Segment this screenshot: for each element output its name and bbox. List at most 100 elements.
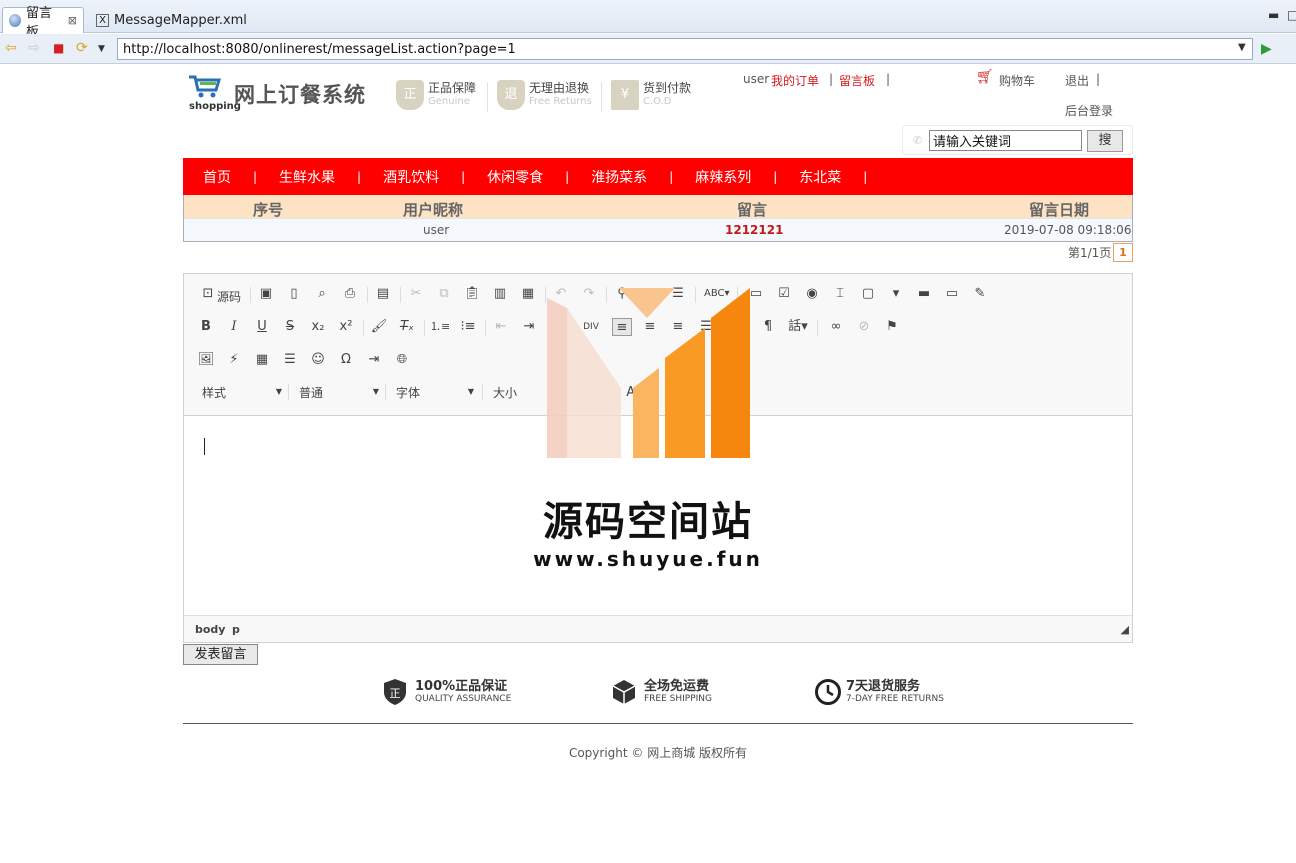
preview-icon[interactable]: ⌕	[312, 285, 332, 303]
strikethrough-icon[interactable]: S	[280, 318, 300, 336]
select-field-icon[interactable]: ▾	[886, 285, 906, 303]
unlink-icon[interactable]: ⊘	[854, 318, 874, 336]
iframe-icon[interactable]: 🌐︎	[392, 351, 412, 369]
cart-link[interactable]: 购物车	[999, 72, 1035, 89]
paragraph-direction-icon[interactable]: ¶	[758, 318, 778, 336]
underline-icon[interactable]: U	[252, 318, 272, 336]
admin-login-link[interactable]: 后台登录	[1065, 102, 1113, 119]
toolbar-separator	[424, 320, 425, 336]
paste-text-icon[interactable]: ▥	[490, 285, 510, 303]
my-orders-link[interactable]: 我的订单	[771, 72, 819, 89]
cart-icon[interactable]: 🛒︎	[976, 69, 994, 85]
textfield-icon[interactable]: ⌶	[830, 285, 850, 303]
path-body[interactable]: body	[195, 623, 225, 636]
watermark-logo-icon	[547, 288, 750, 458]
bulleted-list-icon[interactable]: ⁝≡	[458, 318, 478, 336]
feature-sub: FREE SHIPPING	[644, 694, 713, 704]
combo-label: 普通	[299, 386, 324, 400]
smiley-icon[interactable]: ☺	[308, 351, 328, 369]
nav-northeast[interactable]: 东北菜	[799, 167, 841, 187]
font-combo[interactable]: 字体 ▼	[396, 384, 474, 402]
page-number-button[interactable]: 1	[1113, 243, 1133, 262]
remove-format-icon[interactable]: T̶ₓ	[397, 318, 417, 336]
guarantee-sub: Genuine	[428, 96, 470, 107]
hidden-field-icon[interactable]: ✎	[970, 285, 990, 303]
maximize-icon[interactable]: □	[1287, 8, 1296, 22]
watermark-url: www.shuyue.fun	[533, 547, 763, 571]
divider: |	[829, 72, 834, 86]
stop-icon[interactable]: ■	[53, 41, 64, 55]
nav-home[interactable]: 首页	[203, 167, 231, 187]
source-button[interactable]: 源码	[217, 288, 241, 305]
cut-icon[interactable]: ✂	[406, 285, 426, 303]
italic-icon[interactable]: I	[224, 318, 244, 336]
back-icon[interactable]: ⇦	[5, 40, 17, 56]
feature-shipping: 全场免运费 FREE SHIPPING	[612, 678, 712, 706]
superscript-icon[interactable]: x²	[336, 318, 356, 336]
outdent-icon[interactable]: ⇤	[491, 318, 511, 336]
link-icon[interactable]: ∞	[826, 318, 846, 336]
nav-snacks[interactable]: 休闲零食	[487, 167, 543, 187]
site-title[interactable]: 网上订餐系统	[234, 79, 366, 109]
copy-format-icon[interactable]: 🖌︎	[369, 318, 389, 336]
bold-icon[interactable]: B	[196, 318, 216, 336]
cart-logo-icon	[189, 75, 222, 98]
url-input[interactable]	[117, 38, 1253, 60]
table-row: user 1212121 2019-07-08 09:18:06	[184, 218, 1132, 241]
refresh-icon[interactable]: ⟳	[76, 40, 88, 56]
forward-icon[interactable]: ⇨	[28, 40, 40, 56]
guarantee-title: 无理由退换	[529, 81, 590, 95]
nav-huaiyang[interactable]: 淮扬菜系	[591, 167, 647, 187]
cell-nickname: user	[423, 223, 450, 237]
go-icon[interactable]: ▶	[1261, 41, 1272, 57]
style-combo[interactable]: 样式 ▼	[202, 384, 282, 402]
format-combo[interactable]: 普通 ▼	[299, 384, 379, 402]
flash-icon[interactable]: ⚡	[224, 351, 244, 369]
guarantee-cod: ¥ 货到付款 C.O.D	[611, 80, 691, 114]
page-break-icon[interactable]: ⇥	[364, 351, 384, 369]
search-input[interactable]	[929, 130, 1082, 151]
path-p[interactable]: p	[232, 623, 240, 636]
url-dropdown-icon[interactable]: ▼	[1238, 42, 1246, 53]
chevron-down-icon: ▼	[275, 387, 282, 396]
subscript-icon[interactable]: x₂	[308, 318, 328, 336]
radio-icon[interactable]: ◉	[802, 285, 822, 303]
close-icon[interactable]: ⊠	[68, 14, 77, 27]
guestbook-link[interactable]: 留言板	[839, 72, 875, 89]
checkbox-icon[interactable]: ☑	[774, 285, 794, 303]
tab-guestbook[interactable]: 留言板 ⊠	[2, 6, 84, 40]
resize-handle-icon[interactable]: ◢	[1121, 623, 1129, 639]
logout-link[interactable]: 退出	[1065, 72, 1089, 89]
table-icon[interactable]: ▦	[252, 351, 272, 369]
source-icon[interactable]: ⊡	[198, 285, 218, 303]
save-icon[interactable]: ▣	[256, 285, 276, 303]
copy-icon[interactable]: ⧉	[434, 285, 454, 303]
button-field-icon[interactable]: ▬	[914, 285, 934, 303]
nav-drinks[interactable]: 酒乳饮料	[383, 167, 439, 187]
nav-fresh-fruit[interactable]: 生鲜水果	[279, 167, 335, 187]
indent-icon[interactable]: ⇥	[519, 318, 539, 336]
post-message-button[interactable]: 发表留言	[183, 644, 258, 665]
tab-message-mapper[interactable]: X MessageMapper.xml	[90, 7, 253, 33]
anchor-icon[interactable]: ⚑	[882, 318, 902, 336]
paste-icon[interactable]: 📋︎	[462, 285, 482, 303]
special-char-icon[interactable]: Ω	[336, 351, 356, 369]
textarea-icon[interactable]: ▢	[858, 285, 878, 303]
chevron-down-icon[interactable]: ▼	[98, 44, 105, 54]
template-icon[interactable]: ▤	[373, 285, 393, 303]
cod-icon: ¥	[611, 80, 639, 110]
print-icon[interactable]: ⎙	[340, 285, 360, 303]
cell-message: 1212121	[725, 223, 784, 237]
image-button-icon[interactable]: ▭	[942, 285, 962, 303]
search-button[interactable]: 搜	[1087, 130, 1123, 152]
paste-word-icon[interactable]: ▦	[518, 285, 538, 303]
guarantee-returns: 退 无理由退换 Free Returns	[497, 80, 592, 114]
numbered-list-icon[interactable]: ⒈≡	[430, 318, 450, 336]
nav-spicy[interactable]: 麻辣系列	[695, 167, 751, 187]
horizontal-rule-icon[interactable]: ☰	[280, 351, 300, 369]
image-icon[interactable]: 🖼︎	[196, 351, 216, 369]
minimize-icon[interactable]: ▬	[1268, 8, 1279, 22]
new-page-icon[interactable]: ▯	[284, 285, 304, 303]
language-icon[interactable]: 話▾	[788, 318, 808, 336]
combo-label: 字体	[396, 386, 421, 400]
